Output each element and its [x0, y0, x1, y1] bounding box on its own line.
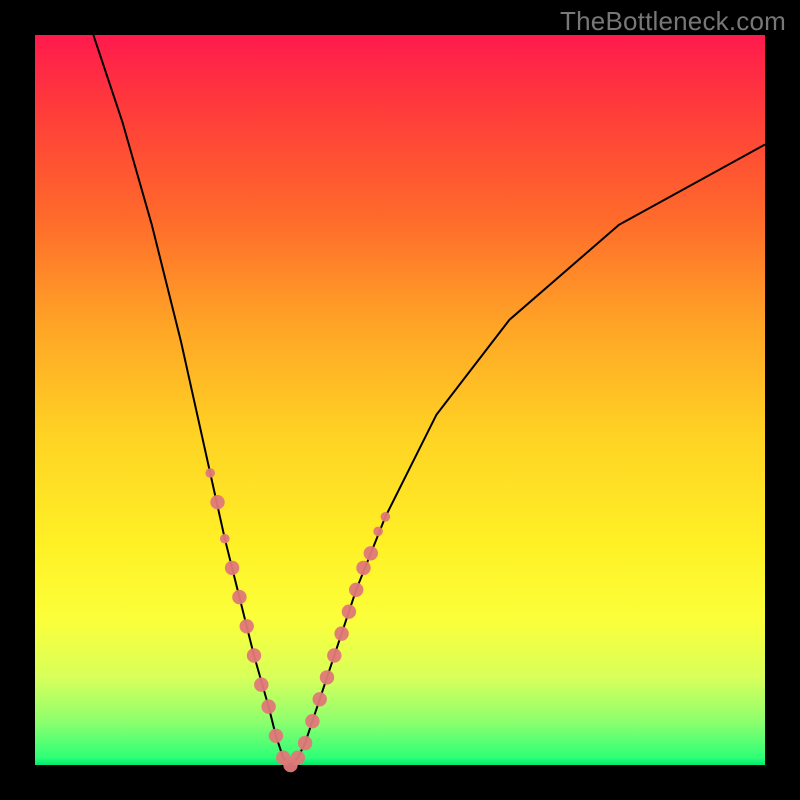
marker-dot — [320, 670, 334, 684]
marker-dot — [247, 648, 261, 662]
marker-dot — [373, 527, 383, 537]
marker-dot — [225, 561, 239, 575]
marker-dot — [210, 495, 224, 509]
marker-dot — [269, 729, 283, 743]
markers-group — [205, 468, 390, 772]
marker-dot — [364, 546, 378, 560]
marker-dot — [240, 619, 254, 633]
plot-area — [35, 35, 765, 765]
marker-dot — [356, 561, 370, 575]
marker-dot — [381, 512, 391, 522]
chart-frame: TheBottleneck.com — [0, 0, 800, 800]
marker-dot — [291, 751, 305, 765]
marker-dot — [305, 714, 319, 728]
marker-dot — [205, 468, 215, 478]
marker-dot — [349, 583, 363, 597]
marker-dot — [254, 678, 268, 692]
marker-dot — [334, 626, 348, 640]
marker-dot — [298, 736, 312, 750]
marker-dot — [342, 605, 356, 619]
chart-svg — [35, 35, 765, 765]
marker-dot — [220, 534, 230, 544]
marker-dot — [313, 692, 327, 706]
series-curve — [93, 35, 765, 765]
watermark-text: TheBottleneck.com — [560, 6, 786, 37]
marker-dot — [232, 590, 246, 604]
marker-dot — [327, 648, 341, 662]
marker-dot — [261, 699, 275, 713]
